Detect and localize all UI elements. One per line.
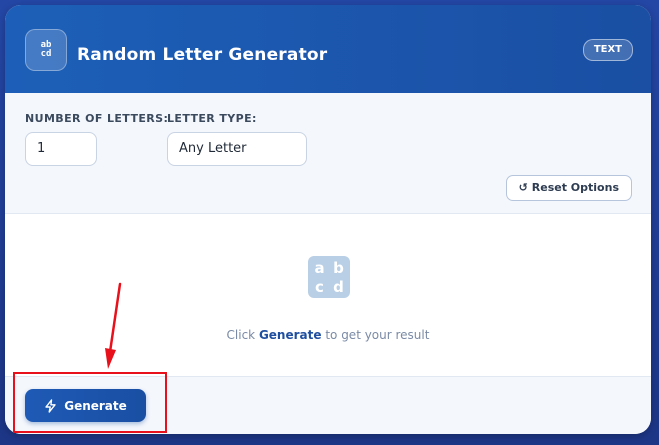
count-label: NUMBER OF LETTERS: xyxy=(25,112,169,125)
category-badge: TEXT xyxy=(582,39,633,61)
generate-button[interactable]: Generate xyxy=(25,389,146,422)
reset-options-button[interactable]: ↺ Reset Options xyxy=(505,175,632,201)
card-header: ab cd Random Letter Generator TEXT xyxy=(5,5,651,93)
generator-card: ab cd Random Letter Generator TEXT NUMBE… xyxy=(5,5,651,434)
app-title: Random Letter Generator xyxy=(77,45,328,65)
abcd-icon: ab cd xyxy=(25,29,67,71)
abcd-placeholder-icon: a b c d xyxy=(308,256,350,298)
card-footer: Generate xyxy=(5,376,651,434)
result-hint: Click Generate to get your result xyxy=(226,328,430,342)
type-select[interactable]: Any Letter xyxy=(167,132,307,166)
reset-icon: ↺ xyxy=(518,181,528,194)
count-input[interactable]: 1 xyxy=(25,132,97,166)
type-label: LETTER TYPE: xyxy=(167,112,257,125)
result-area: a b c d Click Generate to get your resul… xyxy=(5,214,651,376)
lightning-icon xyxy=(45,398,56,413)
options-panel: NUMBER OF LETTERS: 1 LETTER TYPE: Any Le… xyxy=(5,93,651,214)
